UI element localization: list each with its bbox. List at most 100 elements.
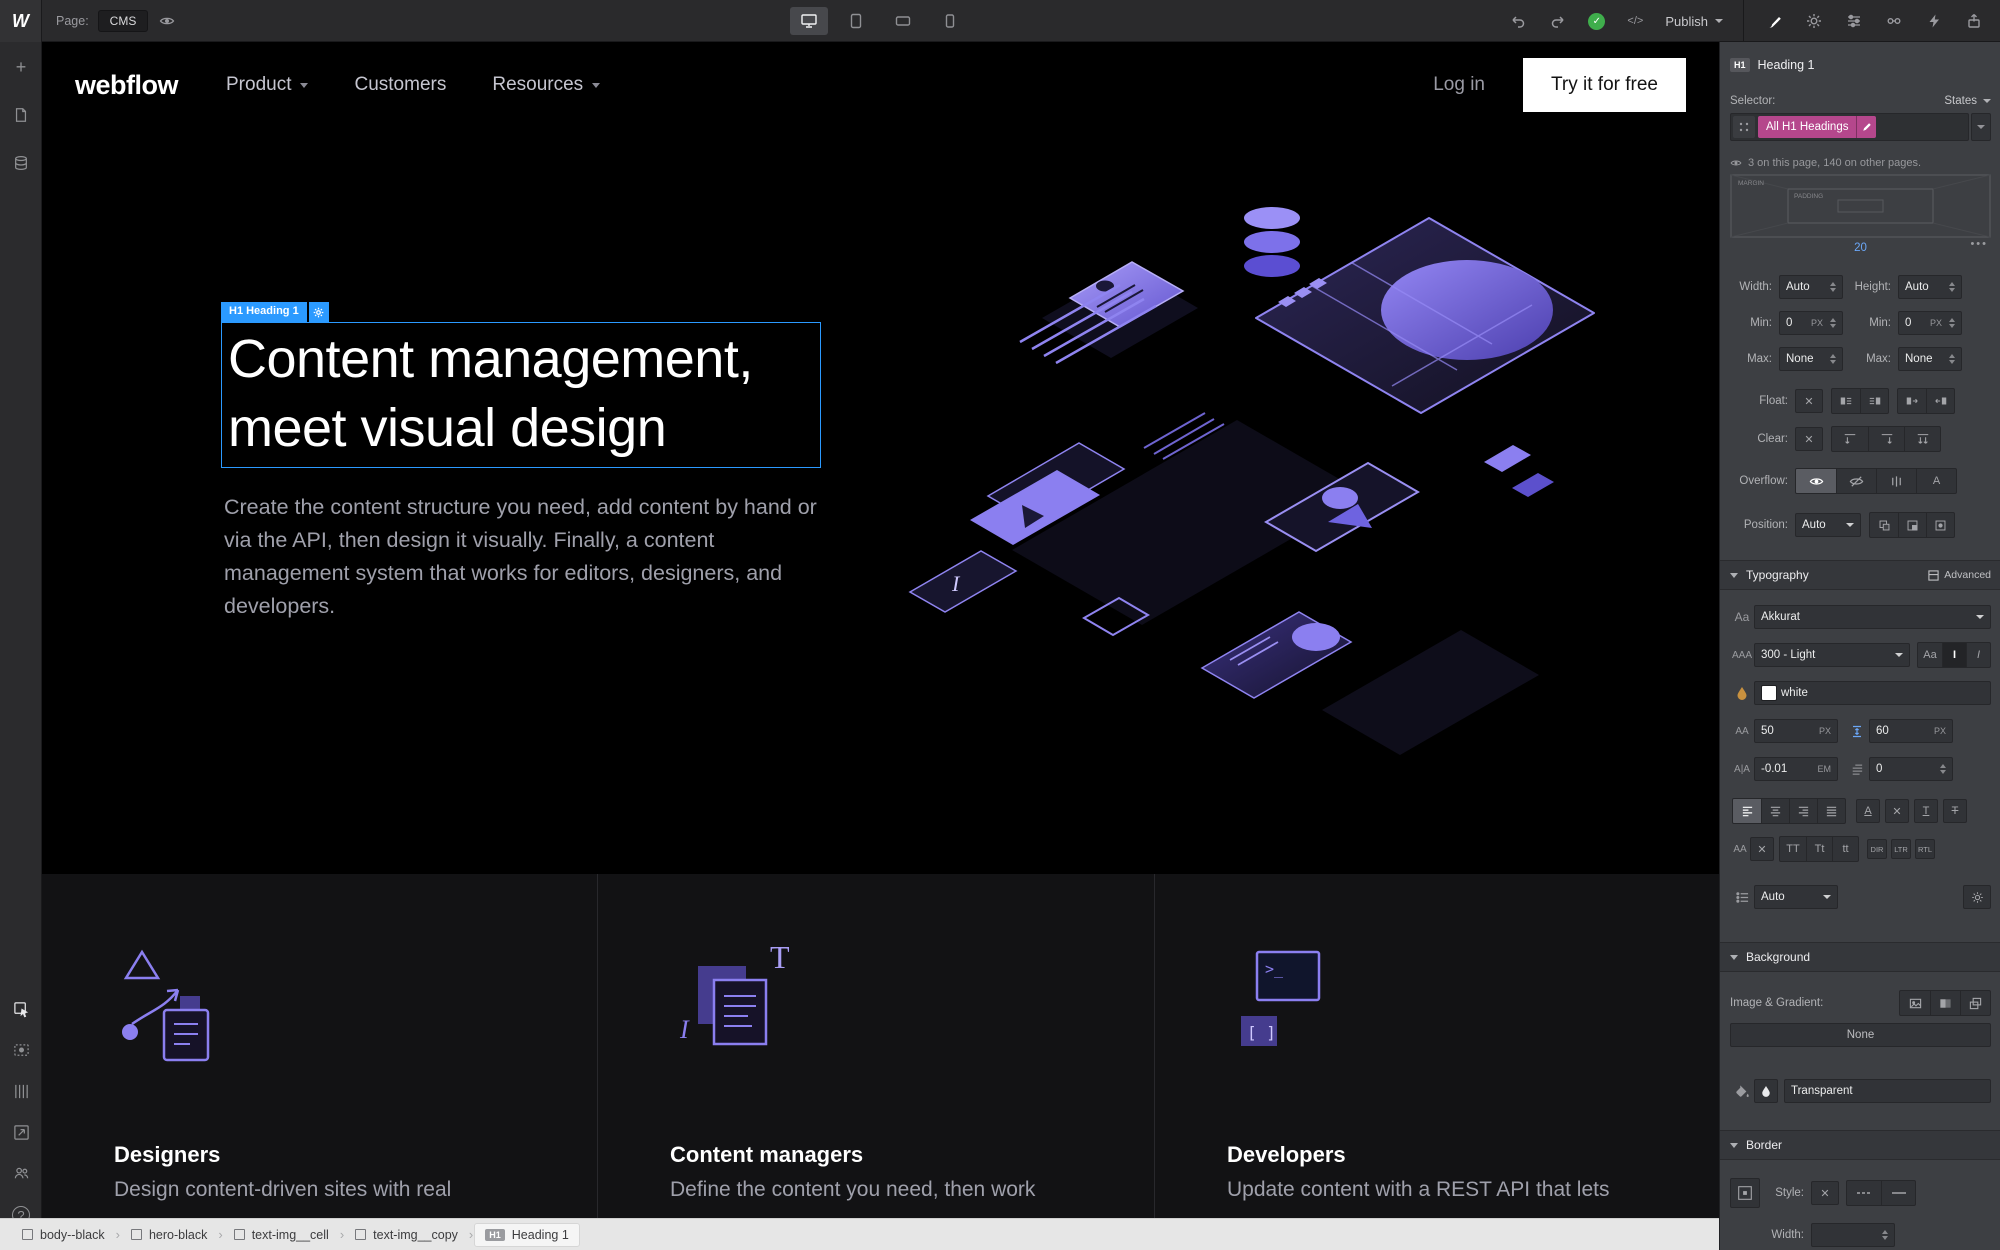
nav-link-resources[interactable]: Resources (492, 74, 601, 96)
device-mobile-landscape-button[interactable] (884, 7, 922, 35)
background-section-header[interactable]: Background (1720, 942, 2000, 972)
clear-left-icon[interactable] (1832, 427, 1868, 451)
feature-title[interactable]: Content managers (670, 1142, 863, 1168)
border-style-none-button[interactable]: ✕ (1811, 1181, 1839, 1205)
float-inline-left-icon[interactable] (1898, 389, 1926, 413)
bg-gradient-icon[interactable] (1930, 991, 1960, 1015)
interactions-tab-nodes-icon[interactable] (1884, 11, 1904, 31)
advanced-toggle[interactable]: Advanced (1928, 569, 1991, 581)
page-switcher[interactable]: CMS (97, 10, 149, 32)
float-right-icon[interactable] (1860, 389, 1888, 413)
font-color-input[interactable]: white (1754, 681, 1991, 705)
border-width-stepper[interactable] (1882, 1230, 1888, 1240)
site-brand-logo[interactable]: webflow (75, 70, 179, 101)
redo-button[interactable] (1548, 11, 1568, 31)
hero-heading[interactable]: Content management, meet visual design (222, 323, 820, 463)
site-navbar[interactable]: webflow Product Customers Resources Log … (42, 42, 1719, 128)
direction-rtl-button[interactable]: RTL (1915, 839, 1935, 859)
strikethrough-icon[interactable]: T (1943, 799, 1967, 823)
login-link[interactable]: Log in (1433, 74, 1485, 96)
direction-default-button[interactable]: DIR (1867, 839, 1887, 859)
height-stepper[interactable] (1949, 282, 1955, 292)
frame-arrow-icon[interactable] (0, 1115, 42, 1149)
line-height-input[interactable]: 60 PX (1869, 719, 1953, 743)
publish-button[interactable]: Publish (1665, 14, 1723, 29)
clear-none-button[interactable]: ✕ (1795, 427, 1823, 451)
selector-input[interactable]: All H1 Headings (1730, 113, 1969, 141)
spacing-more-button[interactable]: ••• (1970, 238, 1988, 250)
margin-bottom-value[interactable]: 20 (1720, 242, 2000, 254)
device-mobile-portrait-button[interactable] (931, 7, 969, 35)
cms-database-icon[interactable] (0, 146, 42, 180)
spacing-box-model[interactable]: MARGIN PADDING (1730, 174, 1991, 238)
try-free-button[interactable]: Try it for free (1523, 58, 1686, 112)
clear-both-icon[interactable] (1904, 427, 1940, 451)
letter-spacing-input[interactable]: -0.01 EM (1754, 757, 1838, 781)
selection-settings-gear-icon[interactable] (308, 302, 329, 322)
align-left-icon[interactable] (1733, 799, 1761, 823)
border-side-selector[interactable] (1730, 1178, 1760, 1208)
features-section[interactable]: Designers Design content-driven sites wi… (42, 874, 1719, 1218)
font-size-input[interactable]: 50 PX (1754, 719, 1838, 743)
position-select[interactable]: Auto (1795, 513, 1861, 537)
letter-spacing-unit[interactable]: EM (1818, 764, 1832, 774)
overflow-hidden-eye-off-icon[interactable] (1836, 469, 1876, 493)
style-panel-tab-brush-icon[interactable] (1764, 11, 1784, 31)
float-inline-right-icon[interactable] (1926, 389, 1954, 413)
selector-dropdown-button[interactable] (1971, 113, 1991, 141)
bg-layers-icon[interactable] (1960, 991, 1990, 1015)
decoration-none-button[interactable]: ✕ (1885, 799, 1909, 823)
height-input[interactable]: Auto (1898, 275, 1962, 299)
style-italic-icon[interactable]: I (1966, 643, 1990, 667)
breadcrumb-item-body[interactable]: body--black (12, 1223, 115, 1247)
align-center-icon[interactable] (1761, 799, 1789, 823)
breadcrumb-item-cell[interactable]: text-img__cell (224, 1223, 339, 1247)
position-absolute-icon[interactable] (1898, 513, 1926, 537)
breadcrumb-item-current[interactable]: H1 Heading 1 (474, 1222, 580, 1247)
capitalize-button[interactable]: Tt (1806, 837, 1832, 861)
feature-title[interactable]: Developers (1227, 1142, 1346, 1168)
overflow-auto-icon[interactable]: A (1916, 469, 1956, 493)
feature-column-content-managers[interactable]: T I Content managers Define the content … (597, 874, 1154, 1218)
min-height-unit[interactable]: PX (1930, 318, 1942, 328)
min-height-stepper[interactable] (1949, 318, 1955, 328)
marquee-eye-icon[interactable] (0, 1033, 42, 1067)
direction-ltr-button[interactable]: LTR (1891, 839, 1911, 859)
columns-icon[interactable] (0, 1074, 42, 1108)
export-icon[interactable] (1964, 11, 1984, 31)
undo-button[interactable] (1508, 11, 1528, 31)
lightning-icon[interactable] (1924, 11, 1944, 31)
position-fixed-icon[interactable] (1926, 513, 1954, 537)
width-stepper[interactable] (1830, 282, 1836, 292)
align-right-icon[interactable] (1789, 799, 1817, 823)
nav-link-customers[interactable]: Customers (354, 74, 446, 96)
font-family-select[interactable]: Akkurat (1754, 605, 1991, 629)
border-section-header[interactable]: Border (1720, 1130, 2000, 1160)
border-width-input[interactable] (1811, 1223, 1895, 1247)
position-relative-icon[interactable] (1870, 513, 1898, 537)
min-width-stepper[interactable] (1830, 318, 1836, 328)
class-pill[interactable]: All H1 Headings (1758, 116, 1857, 138)
feature-column-designers[interactable]: Designers Design content-driven sites wi… (42, 874, 597, 1218)
states-dropdown[interactable]: States (1944, 95, 1991, 107)
bg-image-none-field[interactable]: None (1730, 1023, 1991, 1047)
selection-tag-label[interactable]: H1 Heading 1 (221, 302, 307, 322)
bg-color-droplet-icon[interactable] (1754, 1079, 1778, 1103)
line-height-unit[interactable]: PX (1934, 726, 1946, 736)
breadcrumb-item-copy[interactable]: text-img__copy (345, 1223, 468, 1247)
max-height-stepper[interactable] (1949, 354, 1955, 364)
color-swatch[interactable] (1761, 685, 1777, 701)
baseline-icon[interactable]: A (1856, 799, 1880, 823)
style-normal-icon[interactable]: I (1942, 643, 1966, 667)
list-settings-gear-icon[interactable] (1963, 885, 1991, 909)
uppercase-button[interactable]: TT (1780, 837, 1806, 861)
style-source-grid-icon[interactable] (1733, 116, 1755, 138)
hero-paragraph[interactable]: Create the content structure you need, a… (224, 491, 818, 623)
max-width-input[interactable]: None (1779, 347, 1843, 371)
float-none-button[interactable]: ✕ (1795, 389, 1823, 413)
feature-title[interactable]: Designers (114, 1142, 220, 1168)
device-desktop-button[interactable] (790, 7, 828, 35)
edit-class-pencil-icon[interactable] (1856, 116, 1877, 138)
feature-text[interactable]: Update content with a REST API that lets (1227, 1178, 1610, 1202)
list-style-select[interactable]: Auto (1754, 885, 1838, 909)
